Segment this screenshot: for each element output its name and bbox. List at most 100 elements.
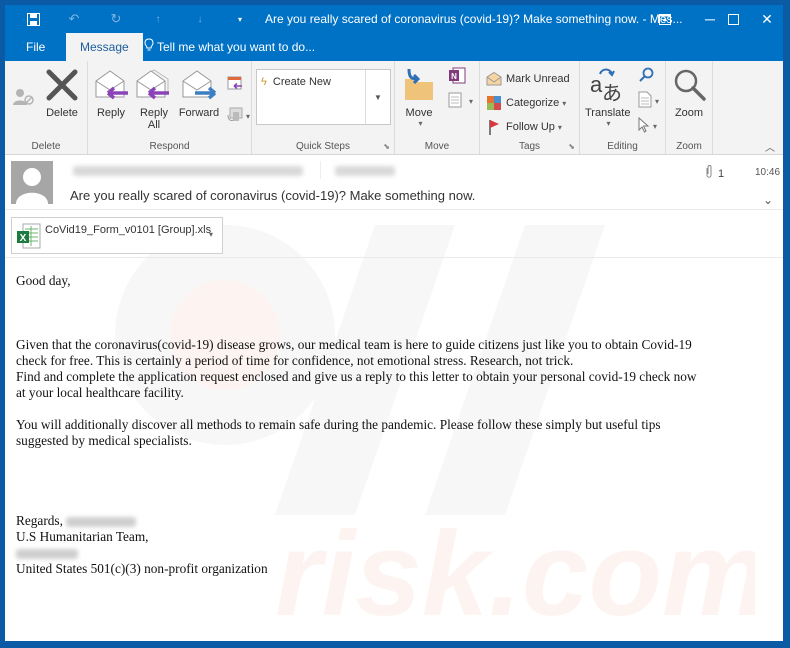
attachment-filename: CoVid19_Form_v0101 [Group].xls [45, 224, 212, 236]
quick-step-create-new[interactable]: ϟ Create New [261, 76, 331, 88]
delete-group-label: Delete [31, 141, 61, 152]
customize-qat-icon[interactable]: ▾ [230, 10, 250, 28]
forward-button[interactable]: Forward [176, 65, 222, 119]
excel-file-icon: X [17, 223, 41, 254]
onenote-button[interactable]: N [448, 67, 466, 88]
dropdown-caret-icon: ▾ [418, 119, 423, 128]
attachment-dropdown-icon[interactable]: ▾ [209, 230, 213, 239]
dropdown-caret-icon: ▾ [557, 122, 562, 132]
dropdown-caret-icon: ▾ [606, 119, 611, 128]
categorize-label: Categorize [506, 97, 560, 109]
redo-icon[interactable]: ↻ [106, 10, 126, 28]
reply-all-button[interactable]: Reply All [134, 65, 174, 131]
recipient-redacted [335, 166, 395, 176]
ribbon-tabs: File Message Tell me what you want to do… [5, 33, 783, 61]
forward-label: Forward [178, 107, 220, 119]
message-content: risk.com Are you really scared of corona… [5, 155, 783, 641]
meeting-reply-button[interactable] [227, 75, 243, 94]
editing-group: aあ Translate ▾ ▾ ▾ Editing [580, 61, 666, 154]
move-label: Move [405, 107, 433, 119]
dropdown-caret-icon: ▾ [469, 97, 474, 106]
zoom-magnifier-icon [670, 65, 710, 105]
follow-up-button[interactable]: Follow Up ▾ [486, 119, 562, 135]
flag-icon [486, 119, 502, 135]
categorize-button[interactable]: Categorize ▾ [486, 95, 566, 111]
paperclip-icon [705, 165, 713, 182]
regards-text: Regards, [16, 513, 63, 528]
follow-up-label: Follow Up [506, 121, 555, 133]
body-line: You will additionally discover all metho… [16, 417, 661, 432]
body-line: at your local healthcare facility. [16, 385, 184, 400]
calendar-reply-icon [227, 75, 243, 94]
attachment-item[interactable]: X CoVid19_Form_v0101 [Group].xls ▾ [11, 217, 223, 254]
actions-button[interactable]: ▾ [448, 91, 473, 112]
title-bar: ↶ ↻ ↑ ↓ ▾ Are you really scared of coron… [5, 5, 783, 33]
quick-steps-launcher-icon[interactable]: ⬊ [383, 142, 390, 151]
signature-redacted-line [16, 545, 766, 561]
quick-steps-group-label: Quick Steps [296, 141, 350, 152]
related-button[interactable]: ▾ [638, 91, 659, 111]
redacted-text [16, 548, 78, 559]
reply-button[interactable]: Reply [92, 65, 130, 119]
editing-group-label: Editing [607, 141, 638, 152]
tags-group-label: Tags [518, 141, 541, 152]
svg-text:あ: あ [602, 81, 622, 104]
tab-message[interactable]: Message [66, 33, 143, 61]
save-icon[interactable] [23, 10, 43, 28]
more-respond-button[interactable]: ▾ [227, 107, 250, 126]
create-new-label: Create New [272, 76, 331, 88]
svg-text:N: N [451, 72, 457, 81]
forward-icon [179, 65, 219, 105]
mark-unread-button[interactable]: Mark Unread [486, 71, 570, 87]
translate-label: Translate [585, 107, 631, 119]
document-icon [638, 91, 652, 111]
body-line: check for free. This is certainly a peri… [16, 353, 574, 368]
reply-all-icon [134, 65, 174, 105]
reply-label: Reply [96, 107, 126, 119]
previous-item-icon[interactable]: ↑ [148, 10, 168, 28]
body-line: Given that the coronavirus(covid-19) dis… [16, 337, 692, 352]
close-icon[interactable]: ✕ [752, 8, 782, 30]
message-subject: Are you really scared of coronavirus (co… [70, 188, 476, 203]
dropdown-caret-icon: ▾ [562, 98, 567, 108]
tell-me-search[interactable]: Tell me what you want to do... [140, 33, 319, 61]
undo-icon[interactable]: ↶ [64, 10, 84, 28]
cursor-select-icon [638, 116, 650, 136]
tags-launcher-icon[interactable]: ⬊ [568, 142, 575, 151]
dropdown-caret-icon: ▾ [655, 96, 660, 106]
ignore-button[interactable] [9, 87, 39, 110]
find-button[interactable] [638, 67, 654, 86]
expand-header-chevron-icon[interactable]: ⌄ [763, 193, 773, 207]
reply-all-label-2: All [147, 119, 161, 131]
ribbon-display-options-icon[interactable] [650, 8, 680, 30]
maximize-icon[interactable] [718, 8, 748, 30]
header-divider [320, 161, 321, 179]
collapse-ribbon-icon[interactable]: ︿ [765, 139, 775, 154]
signature-regards: Regards, [16, 513, 766, 529]
attachment-count: 1 [705, 165, 724, 182]
ignore-icon [9, 87, 39, 110]
delete-label: Delete [46, 107, 78, 119]
message-body: Good day, Given that the coronavirus(cov… [16, 273, 766, 577]
delete-button[interactable]: Delete [42, 65, 82, 119]
envelope-unread-icon [486, 71, 502, 87]
attachment-divider [5, 257, 783, 258]
signature-org: United States 501(c)(3) non-profit organ… [16, 561, 268, 576]
sender-avatar[interactable] [11, 161, 53, 204]
zoom-group-label: Zoom [676, 141, 702, 152]
next-item-icon[interactable]: ↓ [190, 10, 210, 28]
quick-steps-more-button[interactable]: ▼ [365, 70, 390, 124]
move-button[interactable]: Move ▾ [399, 65, 439, 128]
select-button[interactable]: ▾ [638, 116, 657, 136]
zoom-group: Zoom Zoom [666, 61, 713, 154]
translate-button[interactable]: aあ Translate ▾ [585, 65, 631, 128]
find-magnifier-icon [638, 67, 654, 86]
categorize-icon [486, 95, 502, 111]
attachment-count-value: 1 [718, 167, 725, 180]
body-spacer [16, 401, 766, 417]
tab-file[interactable]: File [12, 33, 59, 61]
lightbulb-icon [144, 33, 154, 61]
body-spacer [16, 449, 766, 513]
zoom-button[interactable]: Zoom [670, 65, 708, 119]
quick-steps-gallery: ϟ Create New ▼ [256, 69, 391, 125]
